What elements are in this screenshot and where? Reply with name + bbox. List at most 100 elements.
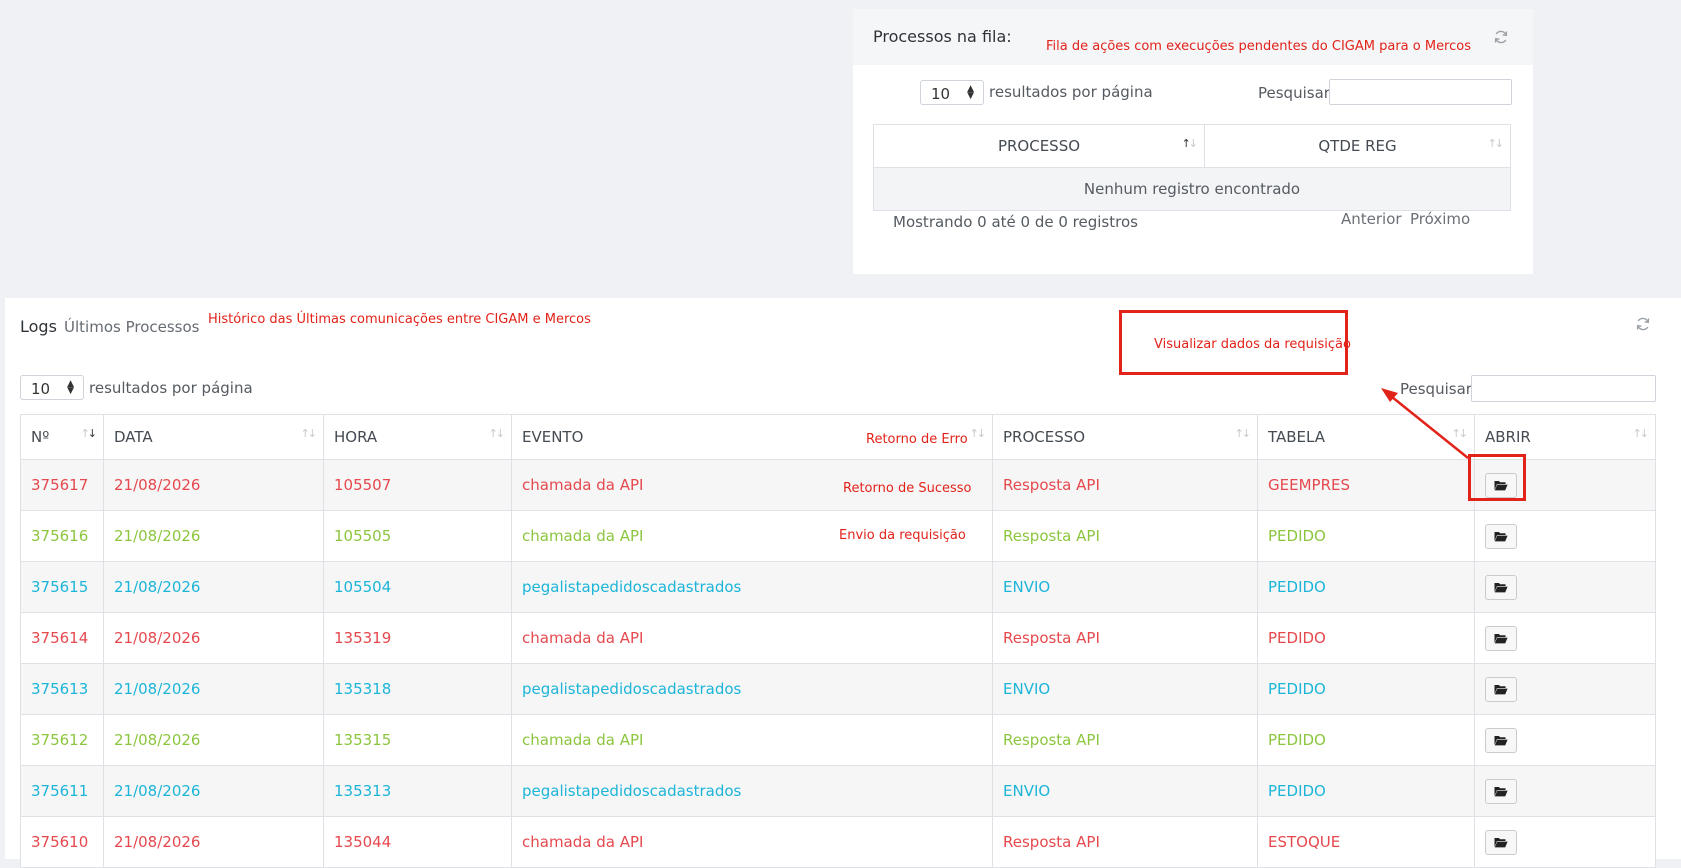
sort-icon: ↑↓ — [1181, 137, 1199, 150]
queue-length-value: 10 — [931, 85, 951, 103]
queue-next-button[interactable]: Próximo — [1410, 210, 1470, 228]
folder-open-icon — [1494, 786, 1508, 796]
queue-col-qtde-label: QTDE REG — [1318, 137, 1397, 155]
select-arrows-icon: ▲ ▼ — [967, 84, 974, 101]
cell-abrir — [1474, 765, 1656, 817]
queue-prev-button[interactable]: Anterior — [1341, 210, 1402, 228]
logs-length-label: resultados por página — [89, 379, 253, 397]
sort-icon: ↑↓ — [1632, 427, 1650, 440]
col-label: PROCESSO — [1003, 428, 1086, 446]
callout-text: Visualizar dados da requisição — [1154, 337, 1351, 352]
logs-col-hora[interactable]: HORA ↑↓ — [323, 414, 512, 460]
logs-search-input[interactable] — [1471, 375, 1656, 402]
cell-num: 375612 — [20, 714, 104, 766]
logs-col-data[interactable]: DATA ↑↓ — [103, 414, 324, 460]
queue-search-input[interactable] — [1329, 79, 1512, 105]
queue-col-processo[interactable]: PROCESSO ↑↓ — [873, 124, 1205, 168]
folder-open-icon — [1494, 633, 1508, 643]
table-row: 375610 21/08/2026 135044 chamada da API Resp… — [20, 816, 1656, 868]
logs-length-select[interactable]: 10 ▲ ▼ — [20, 375, 84, 400]
logs-title: Logs Últimos Processos — [20, 317, 199, 336]
cell-data: 21/08/2026 — [103, 714, 324, 766]
cell-num: 375617 — [20, 459, 104, 511]
col-label: DATA — [114, 428, 153, 446]
open-button[interactable] — [1485, 625, 1517, 651]
col-label: Nº — [31, 428, 50, 446]
cell-data: 21/08/2026 — [103, 816, 324, 868]
logs-annotation: Histórico das Últimas comunicações entre… — [208, 312, 591, 327]
col-label: TABELA — [1268, 428, 1325, 446]
table-row: 375611 21/08/2026 135313 pegalistapedidosca… — [20, 765, 1656, 817]
cell-processo: ENVIO — [992, 663, 1258, 715]
queue-search-label: Pesquisar — [1258, 84, 1330, 102]
logs-table: Nº ↑↓ DATA ↑↓ HORA ↑↓ EVENTO ↑↓ PROCESSO ↑↓ T… — [20, 414, 1656, 868]
cell-abrir — [1474, 714, 1656, 766]
cell-num: 375611 — [20, 765, 104, 817]
cell-processo: ENVIO — [992, 561, 1258, 613]
sort-icon: ↑↓ — [488, 427, 506, 440]
cell-processo: Resposta API — [992, 510, 1258, 562]
col-label: HORA — [334, 428, 378, 446]
logs-col-processo[interactable]: PROCESSO ↑↓ — [992, 414, 1258, 460]
folder-open-icon — [1494, 735, 1508, 745]
cell-evento: pegalistapedidoscadastrados — [511, 765, 993, 817]
refresh-icon[interactable] — [1493, 29, 1509, 45]
cell-abrir — [1474, 663, 1656, 715]
sort-icon: ↑↓ — [1451, 427, 1469, 440]
cell-data: 21/08/2026 — [103, 510, 324, 562]
queue-empty-message: Nenhum registro encontrado — [873, 167, 1511, 211]
logs-panel: Logs Últimos Processos Histórico das Últ… — [5, 298, 1681, 868]
cell-abrir — [1474, 561, 1656, 613]
open-button[interactable] — [1485, 523, 1517, 549]
open-button[interactable] — [1485, 574, 1517, 600]
table-row: 375614 21/08/2026 135319 chamada da API Resp… — [20, 612, 1656, 664]
cell-evento: pegalistapedidoscadastrados — [511, 561, 993, 613]
open-button[interactable] — [1485, 829, 1517, 855]
logs-table-header: Nº ↑↓ DATA ↑↓ HORA ↑↓ EVENTO ↑↓ PROCESSO ↑↓ T… — [20, 414, 1656, 460]
annotation-send: Envio da requisição — [839, 528, 966, 543]
queue-table-header: PROCESSO ↑↓ QTDE REG ↑↓ — [873, 124, 1511, 168]
cell-num: 375613 — [20, 663, 104, 715]
folder-open-icon — [1494, 582, 1508, 592]
cell-evento: chamada da API — [511, 816, 993, 868]
refresh-icon[interactable] — [1635, 316, 1651, 332]
open-button[interactable] — [1485, 727, 1517, 753]
sort-icon: ↑↓ — [1487, 137, 1505, 150]
annotation-success: Retorno de Sucesso — [843, 481, 972, 496]
table-row: 375615 21/08/2026 105504 pegalistapedidosca… — [20, 561, 1656, 613]
sort-icon: ↑↓ — [300, 427, 318, 440]
queue-header: Processos na fila: Fila de ações com exe… — [853, 9, 1533, 65]
queue-col-qtde[interactable]: QTDE REG ↑↓ — [1204, 124, 1511, 168]
cell-tabela: PEDIDO — [1257, 561, 1475, 613]
cell-processo: Resposta API — [992, 459, 1258, 511]
open-button[interactable] — [1485, 676, 1517, 702]
cell-data: 21/08/2026 — [103, 612, 324, 664]
cell-tabela: PEDIDO — [1257, 765, 1475, 817]
queue-length-label: resultados por página — [989, 83, 1153, 101]
sort-icon: ↑↓ — [80, 427, 98, 440]
folder-open-icon — [1494, 684, 1508, 694]
logs-search-label: Pesquisar — [1400, 380, 1472, 398]
logs-col-tabela[interactable]: TABELA ↑↓ — [1257, 414, 1475, 460]
cell-hora: 105505 — [323, 510, 512, 562]
queue-annotation: Fila de ações com execuções pendentes do… — [1046, 39, 1471, 54]
logs-length-value: 10 — [31, 380, 51, 398]
queue-title: Processos na fila: — [873, 27, 1012, 46]
logs-col-abrir[interactable]: ABRIR ↑↓ — [1474, 414, 1656, 460]
cell-tabela: PEDIDO — [1257, 714, 1475, 766]
open-button[interactable] — [1485, 778, 1517, 804]
logs-col-num[interactable]: Nº ↑↓ — [20, 414, 104, 460]
cell-tabela: GEEMPRES — [1257, 459, 1475, 511]
cell-hora: 105504 — [323, 561, 512, 613]
queue-pager-info: Mostrando 0 até 0 de 0 registros — [893, 213, 1138, 231]
cell-processo: Resposta API — [992, 714, 1258, 766]
cell-evento: chamada da API — [511, 714, 993, 766]
cell-data: 21/08/2026 — [103, 459, 324, 511]
folder-open-icon — [1494, 837, 1508, 847]
open-button-highlight — [1468, 454, 1526, 501]
queue-length-select[interactable]: 10 ▲ ▼ — [920, 80, 984, 105]
cell-processo: Resposta API — [992, 816, 1258, 868]
cell-tabela: PEDIDO — [1257, 510, 1475, 562]
cell-evento: chamada da API — [511, 612, 993, 664]
table-row: 375613 21/08/2026 135318 pegalistapedidosca… — [20, 663, 1656, 715]
